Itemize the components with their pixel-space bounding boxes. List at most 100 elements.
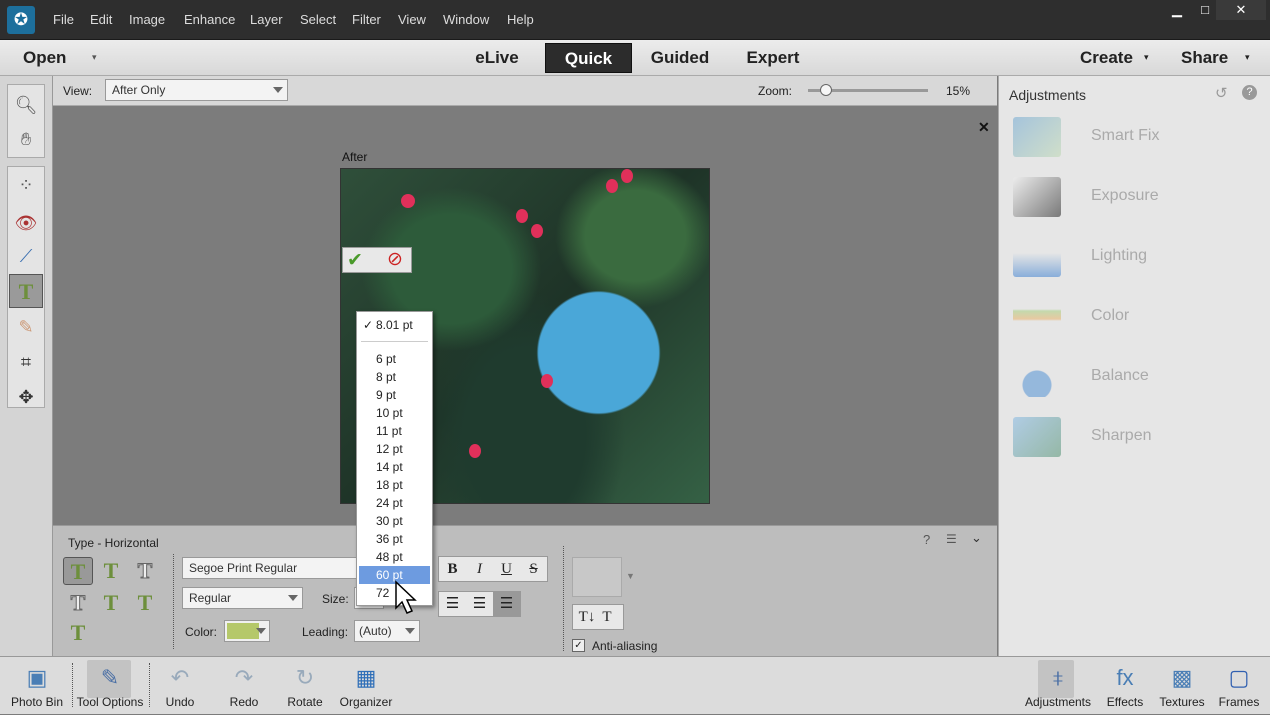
effects-icon: fx [1116,665,1134,690]
create-dropdown-icon[interactable]: ▾ [1144,52,1149,63]
adjustment-balance[interactable]: Balance [1013,353,1253,403]
whiten-teeth-tool-icon[interactable]: ⟋ [9,239,43,273]
tab-elive[interactable]: eLive [462,43,532,73]
adjustment-exposure[interactable]: Exposure [1013,173,1253,223]
tab-expert[interactable]: Expert [735,43,811,73]
text-warp-preview[interactable] [572,557,622,597]
zoom-slider[interactable] [808,84,928,96]
share-dropdown-icon[interactable]: ▾ [1245,52,1250,63]
share-button[interactable]: Share [1181,43,1228,73]
strikethrough-button[interactable]: S [520,557,547,581]
font-family-select[interactable]: Segoe Print Regular [182,557,362,579]
help-icon[interactable]: ? [1242,85,1257,100]
reset-icon[interactable]: ↺ [1215,84,1228,102]
adjustment-color[interactable]: Color [1013,293,1253,343]
adjustment-sharpen[interactable]: Sharpen [1013,413,1253,463]
menu-select[interactable]: Select [300,12,336,27]
size-option[interactable]: 10 pt [359,404,430,422]
red-eye-tool-icon[interactable]: 👁︎ [9,206,43,240]
crop-tool-icon[interactable]: ⌗ [9,345,43,379]
collapse-chevron-icon[interactable]: ⌄ [971,530,982,546]
size-option[interactable]: 14 pt [359,458,430,476]
lighting-icon [1013,237,1061,277]
panel-menu-icon[interactable]: ☰ [946,532,957,546]
tool-options-title: Type - Horizontal [68,536,159,550]
organizer-button[interactable]: ▦ Organizer [326,657,406,715]
align-center-icon[interactable]: ☰ [466,592,493,616]
color-swatch[interactable] [224,620,270,642]
size-option[interactable]: 11 pt [359,422,430,440]
size-option[interactable]: 8 pt [359,368,430,386]
vertical-type-icon[interactable]: T [96,557,126,585]
create-button[interactable]: Create [1080,43,1133,73]
tool-options-button[interactable]: ✎ Tool Options [70,657,150,715]
align-left-icon[interactable]: ☰ [439,592,466,616]
color-label: Color: [185,625,218,639]
quick-selection-tool-icon[interactable]: ⁘ [9,168,43,202]
zoom-label: Zoom: [758,84,793,98]
menu-view[interactable]: View [398,12,426,27]
anti-aliasing-checkbox[interactable]: ✓ [572,639,585,652]
commit-check-icon[interactable]: ✔ [347,249,363,272]
adjustments-title: Adjustments [1009,87,1087,103]
open-button[interactable]: Open [23,43,66,73]
text-on-shape-icon[interactable]: T [130,589,160,617]
close-icon[interactable]: ✕ [1216,0,1266,20]
adjustment-lighting[interactable]: Lighting [1013,233,1253,283]
menu-enhance[interactable]: Enhance [184,12,235,27]
hand-tool-icon[interactable]: ✋︎ [9,122,43,156]
move-tool-icon[interactable]: ✥ [9,380,43,414]
menu-file[interactable]: File [53,12,74,27]
frames-button[interactable]: ▢ Frames [1199,657,1270,715]
menu-image[interactable]: Image [129,12,165,27]
size-option[interactable]: 9 pt [359,386,430,404]
type-tool-icon[interactable]: T [9,274,43,308]
size-option[interactable]: 18 pt [359,476,430,494]
size-option-current[interactable]: ✓ 8.01 pt [359,316,430,334]
adjustment-smart-fix[interactable]: Smart Fix [1013,113,1253,163]
adjustment-label: Smart Fix [1091,127,1160,144]
warp-text-icon[interactable]: T [597,605,617,629]
size-option[interactable]: 36 pt [359,530,430,548]
size-option[interactable]: 12 pt [359,440,430,458]
photo-bin-button[interactable]: ▣ Photo Bin [0,657,77,715]
tab-quick[interactable]: Quick [545,43,632,73]
close-view-icon[interactable]: ✕ [978,119,990,136]
bottom-bar: ▣ Photo Bin ✎ Tool Options ↶ Undo ↷ Redo ↻ Rotate… [0,656,1270,714]
menu-bar: ✪ File Edit Image Enhance Layer Select F… [0,0,1270,40]
cancel-icon[interactable]: ⊘ [387,248,403,271]
leading-select[interactable]: (Auto) [354,620,420,642]
horizontal-type-icon[interactable]: T [63,557,93,585]
menu-filter[interactable]: Filter [352,12,381,27]
adjustment-label: Sharpen [1091,427,1152,444]
bold-button[interactable]: B [439,557,466,581]
zoom-slider-handle[interactable] [820,84,832,96]
size-option[interactable]: 30 pt [359,512,430,530]
text-on-selection-icon[interactable]: T [96,589,126,617]
vertical-type-mask-icon[interactable]: T [63,589,93,617]
align-right-icon[interactable]: ☰ [493,592,520,616]
open-dropdown-icon[interactable]: ▾ [92,52,97,63]
size-option[interactable]: 24 pt [359,494,430,512]
chevron-down-icon[interactable]: ▼ [626,571,635,581]
size-option[interactable]: 6 pt [359,350,430,368]
help-icon[interactable]: ? [923,532,930,547]
menu-window[interactable]: Window [443,12,489,27]
italic-button[interactable]: I [466,557,493,581]
chevron-down-icon [405,628,415,634]
menu-edit[interactable]: Edit [90,12,112,27]
tab-guided[interactable]: Guided [640,43,720,73]
menu-layer[interactable]: Layer [250,12,283,27]
change-orientation-icon[interactable]: T↓ [577,605,597,629]
view-select[interactable]: After Only [105,79,288,101]
horizontal-type-mask-icon[interactable]: T [130,557,160,585]
spot-healing-tool-icon[interactable]: ✎ [9,310,43,344]
underline-button[interactable]: U [493,557,520,581]
tool-options-panel: Type - Horizontal ? ☰ ⌄ T T T T T T T Se… [53,525,997,656]
size-option[interactable]: 48 pt [359,548,430,566]
menu-help[interactable]: Help [507,12,534,27]
text-on-path-icon[interactable]: T [63,619,93,647]
zoom-tool-icon[interactable]: 🔍︎ [9,88,43,122]
font-style-select[interactable]: Regular [182,587,303,609]
organizer-icon: ▦ [355,665,377,690]
